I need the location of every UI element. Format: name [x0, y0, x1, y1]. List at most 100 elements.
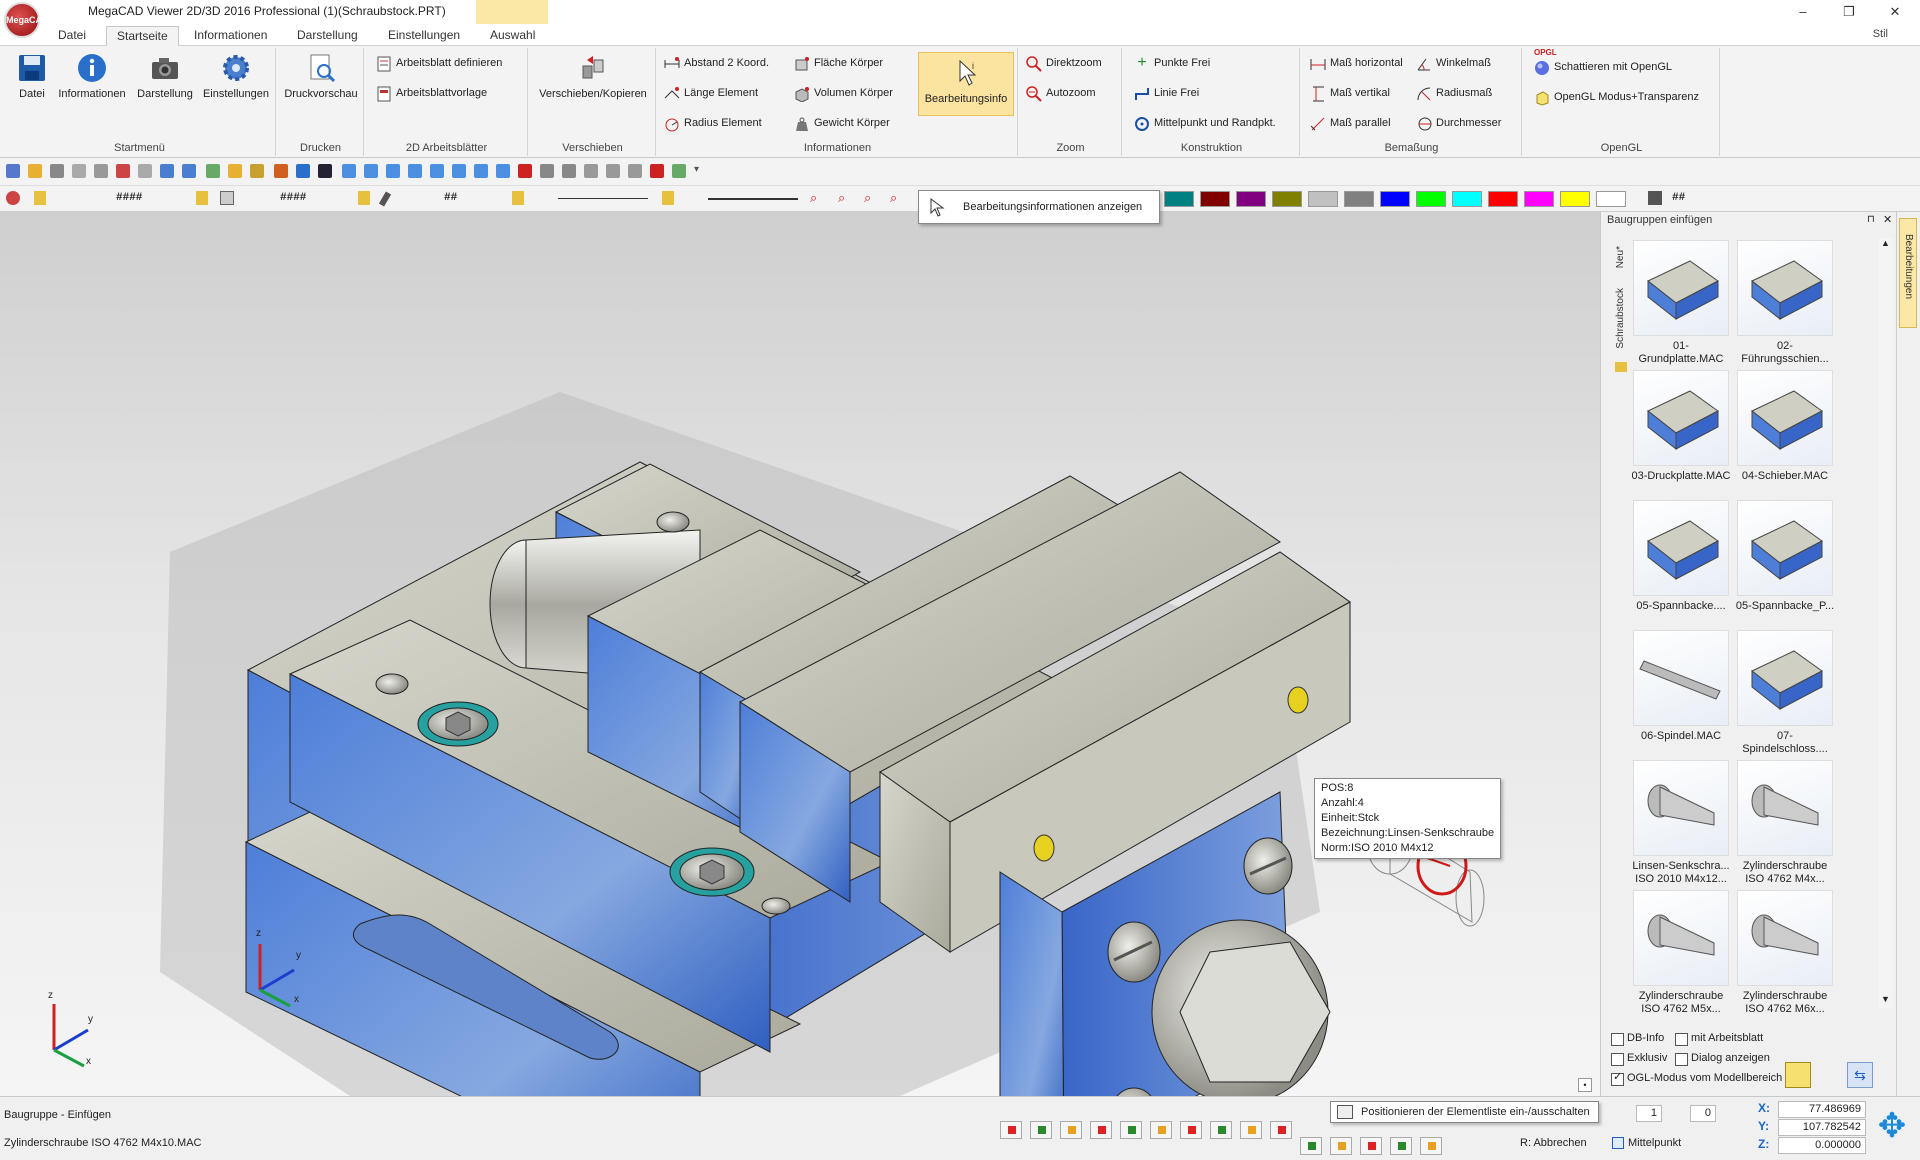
style-menu[interactable]: Stil [1873, 28, 1888, 40]
linewidth-field[interactable]: #### [280, 192, 306, 204]
chk-ogl-modus[interactable]: OGL-Modus vom Modellbereich [1611, 1070, 1782, 1086]
pen-icon[interactable] [220, 191, 234, 205]
panel-close-icon[interactable]: ✕ [1883, 213, 1892, 226]
preview-icon[interactable] [72, 164, 86, 178]
snap-mode-icon[interactable] [1060, 1121, 1082, 1139]
color-swatch[interactable] [1236, 191, 1266, 207]
opgl-small-icon[interactable] [650, 164, 664, 178]
tree-icon[interactable] [672, 164, 686, 178]
color-swatch[interactable] [1488, 191, 1518, 207]
zoom-small2-icon[interactable]: ⌕ [838, 190, 845, 206]
view-back-icon[interactable] [430, 164, 444, 178]
assembly-item[interactable]: 05-Spannbacke.... [1631, 500, 1731, 613]
undo-icon[interactable] [160, 164, 174, 178]
cut-icon[interactable] [138, 164, 152, 178]
schattieren-opengl-button[interactable]: Schattieren mit OpenGL [1532, 58, 1672, 78]
color-swatch[interactable] [1344, 191, 1374, 207]
chk-mit-arbeitsblatt[interactable]: mit Arbeitsblatt [1675, 1032, 1763, 1046]
wireframe-icon[interactable] [562, 164, 576, 178]
snap-mode-icon[interactable] [1390, 1137, 1412, 1155]
lock2-icon[interactable] [196, 191, 208, 205]
layer-field[interactable]: ## [444, 192, 457, 204]
radius-element-button[interactable]: Radius Element [662, 114, 762, 134]
color-swatch[interactable] [1596, 191, 1626, 207]
mass-vertikal-button[interactable]: Maß vertikal [1308, 84, 1390, 104]
view-side-icon[interactable] [386, 164, 400, 178]
view-right-icon[interactable] [496, 164, 510, 178]
panel-scrollbar[interactable]: ▲ ▼ [1879, 238, 1893, 1008]
druckvorschau-button[interactable]: Druckvorschau [282, 52, 360, 100]
volumen-koerper-button[interactable]: Volumen Körper [792, 84, 893, 104]
assembly-item[interactable]: Zylinderschraube ISO 4762 M5x... [1631, 890, 1731, 1016]
mittelpunkt-randpkt-button[interactable]: Mittelpunkt und Randpkt. [1132, 114, 1276, 134]
snap-mode-icon[interactable] [1420, 1137, 1442, 1155]
snap-mode-icon[interactable] [1360, 1137, 1382, 1155]
vtab-schraubstock[interactable]: Schraubstock [1615, 288, 1626, 349]
color-swatch[interactable] [1452, 191, 1482, 207]
snap-mode-icon[interactable] [1000, 1121, 1022, 1139]
darstellung-button[interactable]: Darstellung [132, 52, 198, 100]
lock4-icon[interactable] [512, 191, 524, 205]
abstand-2-koord-button[interactable]: Abstand 2 Koord. [662, 54, 769, 74]
linie-frei-button[interactable]: Linie Frei [1132, 84, 1199, 104]
verschieben-kopieren-button[interactable]: Verschieben/Kopieren [534, 52, 652, 100]
tab-datei[interactable]: Datei [48, 26, 96, 46]
assembly-item[interactable]: 03-Druckplatte.MAC [1631, 370, 1731, 483]
color-swatch[interactable] [1380, 191, 1410, 207]
color-swatch[interactable] [1164, 191, 1194, 207]
render-icon[interactable] [318, 164, 332, 178]
export-icon[interactable] [94, 164, 108, 178]
snap-mode-icon[interactable] [1270, 1121, 1292, 1139]
mittelpunkt-mode[interactable]: Mittelpunkt [1628, 1137, 1681, 1149]
minimize-button[interactable]: – [1780, 0, 1826, 24]
datei-button[interactable]: Datei [10, 52, 54, 100]
spin-field-1[interactable]: 1 [1636, 1105, 1662, 1122]
tab-einstellungen[interactable]: Einstellungen [378, 26, 470, 46]
maximize-button[interactable]: ❐ [1826, 0, 1872, 24]
informationen-button[interactable]: Informationen [52, 52, 132, 100]
snap-mode-icon[interactable] [1210, 1121, 1232, 1139]
durchmesser-button[interactable]: Durchmesser [1414, 114, 1501, 134]
linetype-field[interactable]: #### [116, 192, 142, 204]
color-code-field[interactable]: ## [1672, 192, 1685, 204]
z-coordinate[interactable]: 0.000000 [1778, 1137, 1866, 1154]
lock3-icon[interactable] [358, 191, 370, 205]
view-left-icon[interactable] [474, 164, 488, 178]
app-logo[interactable]: MegaCAD [4, 2, 49, 38]
palette-settings-icon[interactable] [1648, 191, 1662, 205]
zoom-small-icon[interactable]: ⌕ [810, 190, 817, 206]
assembly-item[interactable]: Zylinderschraube ISO 4762 M6x... [1735, 890, 1835, 1016]
opengl-transparenz-button[interactable]: OpenGL Modus+Transparenz [1532, 88, 1699, 108]
line-style-preview[interactable] [558, 198, 648, 199]
flaeche-koerper-button[interactable]: Fläche Körper [792, 54, 883, 74]
layer-icon[interactable] [228, 164, 242, 178]
cylinder3-icon[interactable] [628, 164, 642, 178]
winkelmass-button[interactable]: Winkelmaß [1414, 54, 1491, 74]
new-2d-icon[interactable] [6, 164, 20, 178]
color-swatch[interactable] [1308, 191, 1338, 207]
vtab-neu[interactable]: Neu* [1615, 246, 1626, 268]
view-iso-icon[interactable] [408, 164, 422, 178]
view-top-icon[interactable] [364, 164, 378, 178]
color-swatch[interactable] [1560, 191, 1590, 207]
snap-mode-icon[interactable] [1090, 1121, 1112, 1139]
panel-refresh-icon[interactable]: ⇆ [1847, 1062, 1873, 1088]
scroll-up-icon[interactable]: ▲ [1881, 238, 1890, 248]
assembly-item[interactable]: Zylinderschraube ISO 4762 M4x... [1735, 760, 1835, 886]
print-icon[interactable] [50, 164, 64, 178]
color-swatch[interactable] [1272, 191, 1302, 207]
delete-icon[interactable] [116, 164, 130, 178]
punkte-frei-button[interactable]: + Punkte Frei [1132, 54, 1210, 74]
arbeitsblatt-definieren-button[interactable]: Arbeitsblatt definieren [374, 54, 502, 74]
line-width-preview[interactable] [708, 198, 798, 200]
assembly-item[interactable]: Linsen-Senkschra... ISO 2010 M4x12... [1631, 760, 1731, 886]
view-icon[interactable] [296, 164, 310, 178]
lock-icon[interactable] [34, 191, 46, 205]
panel-pin-icon[interactable]: ⊓ [1867, 214, 1875, 225]
snap-mode-icon[interactable] [1240, 1121, 1262, 1139]
x-coordinate[interactable]: 77.486969 [1778, 1101, 1866, 1118]
snap-mode-icon[interactable] [1150, 1121, 1172, 1139]
color-swatch[interactable] [1524, 191, 1554, 207]
snap-mode-icon[interactable] [1300, 1137, 1322, 1155]
assembly-item[interactable]: 05-Spannbacke_P... [1735, 500, 1835, 613]
